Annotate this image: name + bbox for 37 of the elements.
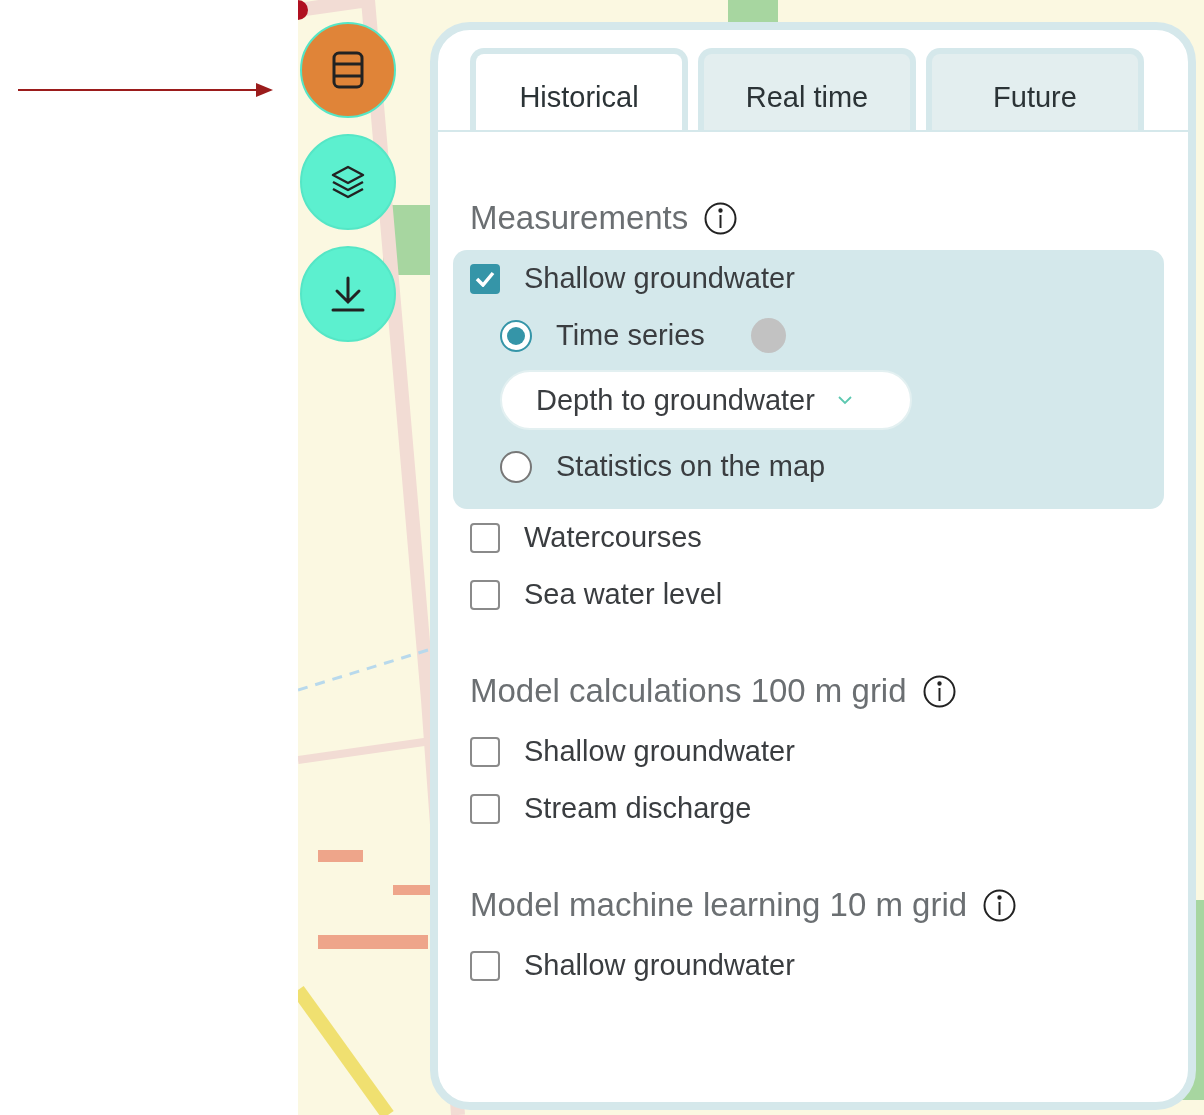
checkbox[interactable]: [470, 950, 500, 981]
info-icon[interactable]: [704, 201, 738, 235]
variable-dropdown[interactable]: Depth to groundwater: [500, 370, 912, 430]
radio-button[interactable]: [500, 450, 532, 483]
layer-label: Shallow groundwater: [524, 262, 795, 295]
arrow-icon: [18, 80, 274, 100]
checkbox[interactable]: [470, 263, 500, 294]
checkbox[interactable]: [470, 522, 500, 553]
checkbox[interactable]: [470, 736, 500, 767]
tab[interactable]: Future: [926, 48, 1144, 130]
section-heading: Model calculations 100 m grid: [470, 672, 907, 710]
radio-button[interactable]: [500, 319, 532, 352]
status-dot-icon: [750, 318, 786, 353]
database-icon: [332, 51, 364, 89]
option-label: Statistics on the map: [556, 450, 826, 483]
download-icon: [330, 275, 366, 313]
layer-label: Shallow groundwater: [524, 735, 795, 768]
layer-label: Shallow groundwater: [524, 949, 795, 982]
section-heading: Model machine learning 10 m grid: [470, 886, 968, 924]
tab[interactable]: Real time: [698, 48, 916, 130]
checkbox[interactable]: [470, 579, 500, 610]
option-label: Time series: [556, 319, 705, 352]
park-area: [728, 0, 778, 22]
check-icon: [475, 270, 495, 287]
layer-label: Sea water level: [524, 578, 723, 611]
tab[interactable]: Historical: [470, 48, 688, 130]
layers-icon: [330, 164, 366, 200]
layer-label: Stream discharge: [524, 792, 752, 825]
chevron-down-icon: [836, 395, 853, 405]
info-icon[interactable]: [983, 888, 1017, 922]
section-heading: Measurements: [470, 199, 689, 237]
info-icon[interactable]: [922, 674, 956, 708]
map-building: [393, 885, 433, 895]
map-marker: [298, 0, 308, 20]
checkbox[interactable]: [470, 793, 500, 824]
layer-label: Watercourses: [524, 521, 702, 554]
map-building: [318, 850, 363, 862]
